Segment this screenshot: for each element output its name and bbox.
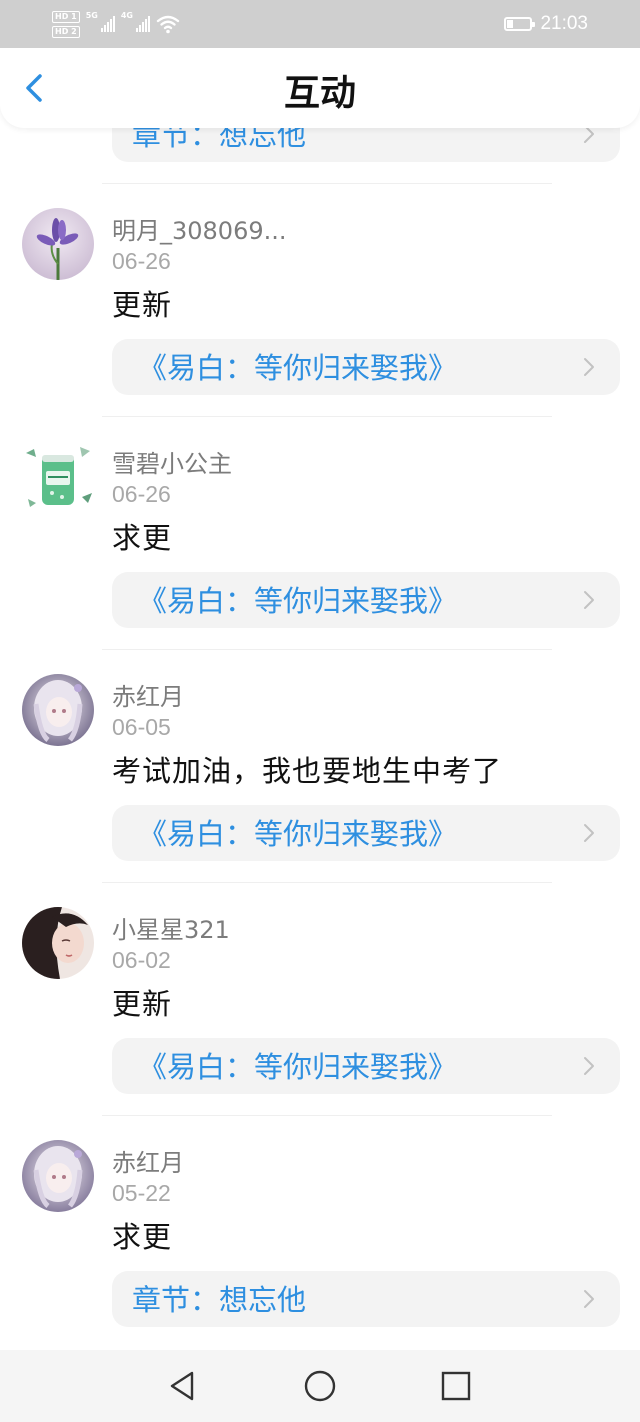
comment-date: 06-05 xyxy=(112,714,171,740)
comment-date: 06-26 xyxy=(112,248,171,274)
iris-flower-avatar[interactable] xyxy=(22,208,94,280)
network-5g-label: 5G xyxy=(85,11,98,20)
comment-item: 雪碧小公主 06-26 求更 《易白：等你归来娶我》 xyxy=(0,441,640,651)
circle-home-icon[interactable] xyxy=(301,1367,339,1405)
hd1-badge: HD 1 xyxy=(52,10,80,23)
network-4g-label: 4G xyxy=(120,11,133,20)
comment-item: 明月_308069... 06-26 更新 《易白：等你归来娶我》 xyxy=(0,208,640,418)
comment-date: 06-26 xyxy=(112,481,171,507)
comment-item: 小星星321 06-02 更新 《易白：等你归来娶我》 xyxy=(0,907,640,1117)
dark-hair-girl-avatar[interactable] xyxy=(22,907,94,979)
chevron-right-icon xyxy=(584,358,594,376)
comment-text: 更新 xyxy=(112,288,173,322)
wifi-icon xyxy=(156,15,180,34)
book-link[interactable]: 《易白：等你归来娶我》 xyxy=(112,572,620,628)
anime-girl-avatar[interactable] xyxy=(22,674,94,746)
system-navigation-bar xyxy=(0,1350,640,1422)
divider xyxy=(102,882,552,883)
comment-text: 求更 xyxy=(112,1220,173,1254)
status-right-area: 21:03 xyxy=(504,10,588,38)
anime-girl-avatar[interactable] xyxy=(22,1140,94,1212)
comment-text: 考试加油，我也要地生中考了 xyxy=(112,754,503,788)
signal-bars-icon xyxy=(135,16,150,32)
chevron-right-icon xyxy=(584,1057,594,1075)
chevron-right-icon xyxy=(584,824,594,842)
chapter-link-text: 章节：想忘他 xyxy=(132,1283,307,1317)
chapter-link[interactable]: 章节：想忘他 xyxy=(112,1271,620,1327)
book-link[interactable]: 《易白：等你归来娶我》 xyxy=(112,1038,620,1094)
signal-bars-icon xyxy=(100,16,115,32)
divider xyxy=(102,416,552,417)
hd2-badge: HD 2 xyxy=(52,25,80,38)
hd-badges: HD 1 HD 2 xyxy=(52,10,80,38)
book-link-text: 《易白：等你归来娶我》 xyxy=(138,351,458,385)
book-link[interactable]: 《易白：等你归来娶我》 xyxy=(112,805,620,861)
comment-text: 求更 xyxy=(112,521,173,555)
username[interactable]: 赤红月 xyxy=(112,1143,184,1178)
username[interactable]: 雪碧小公主 xyxy=(112,444,232,479)
battery-icon xyxy=(504,17,536,31)
book-link[interactable]: 《易白：等你归来娶我》 xyxy=(112,339,620,395)
app-header: 互动 xyxy=(0,48,640,128)
status-time: 21:03 xyxy=(540,13,588,34)
triangle-back-icon[interactable] xyxy=(164,1367,202,1405)
username[interactable]: 明月_308069... xyxy=(112,211,287,246)
comment-date: 05-22 xyxy=(112,1180,171,1206)
book-link-text: 《易白：等你归来娶我》 xyxy=(138,817,458,851)
username[interactable]: 赤红月 xyxy=(112,677,184,712)
status-bar: HD 1 HD 2 5G 4G 21:03 xyxy=(0,0,640,48)
soda-can-avatar[interactable] xyxy=(22,441,94,513)
comment-date: 06-02 xyxy=(112,947,171,973)
chevron-right-icon xyxy=(584,591,594,609)
book-link-text: 《易白：等你归来娶我》 xyxy=(138,584,458,618)
comment-item: 赤红月 05-22 求更 章节：想忘他 xyxy=(0,1140,640,1350)
status-signal-area: HD 1 HD 2 5G 4G xyxy=(52,7,180,41)
comment-item: 赤红月 06-05 考试加油，我也要地生中考了 《易白：等你归来娶我》 xyxy=(0,674,640,884)
divider xyxy=(102,183,552,184)
page-title: 互动 xyxy=(283,73,356,114)
book-link-text: 《易白：等你归来娶我》 xyxy=(138,1050,458,1084)
username[interactable]: 小星星321 xyxy=(112,910,230,945)
comment-text: 更新 xyxy=(112,987,173,1021)
divider xyxy=(102,649,552,650)
chevron-right-icon xyxy=(584,1290,594,1308)
divider xyxy=(102,1115,552,1116)
square-recent-icon[interactable] xyxy=(437,1367,475,1405)
